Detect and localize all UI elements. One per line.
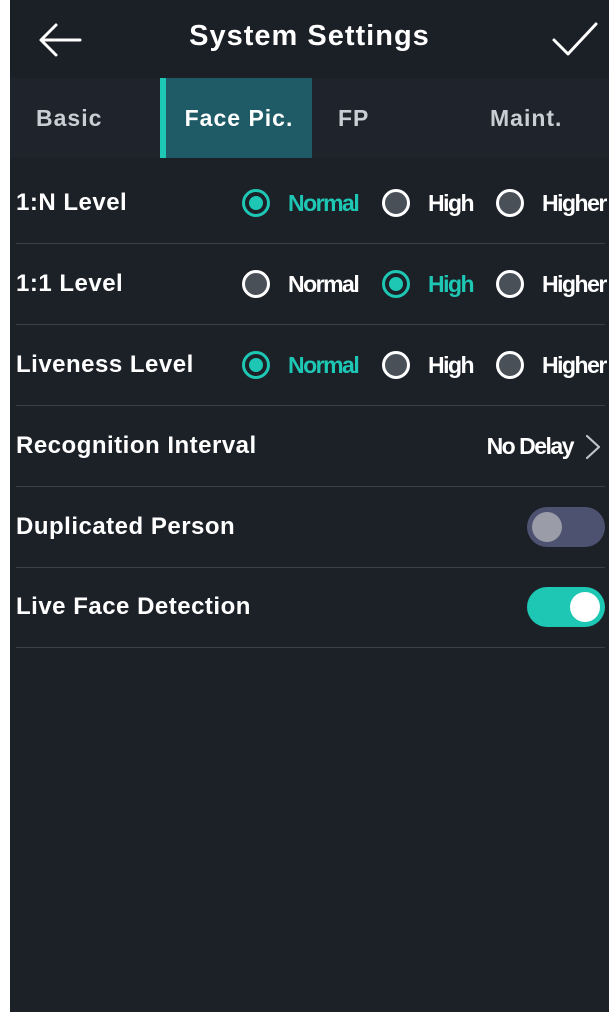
radio-unselected-icon[interactable] — [496, 270, 524, 298]
chevron-right-icon[interactable] — [585, 434, 601, 460]
duplicated-person-label: Duplicated Person — [16, 513, 236, 540]
option-label: Higher — [542, 271, 607, 297]
one-level-label: 1:1 Level — [16, 270, 124, 297]
recognition-interval-row[interactable]: Recognition Interval No Delay — [16, 406, 605, 487]
option-label: High — [428, 190, 475, 216]
tab-fp[interactable]: FP — [338, 78, 369, 158]
live-face-detection-label: Live Face Detection — [16, 593, 251, 620]
tab-basic[interactable]: Basic — [36, 78, 102, 158]
n-level-label: 1:N Level — [16, 189, 128, 216]
toggle-knob — [532, 512, 562, 542]
one-level-row: 1:1 Level Normal High Higher — [16, 244, 607, 325]
radio-unselected-icon[interactable] — [496, 189, 524, 217]
liveness-level-row: Liveness Level Normal High Higher — [16, 325, 607, 406]
radio-selected-icon[interactable] — [242, 351, 270, 379]
tab-bar: Basic Face Pic. FP Maint. — [10, 78, 609, 158]
n-level-row: 1:N Level Normal High Higher — [16, 163, 607, 244]
duplicated-person-row: Duplicated Person — [16, 487, 605, 568]
option-label: High — [428, 271, 475, 297]
live-face-detection-toggle[interactable] — [527, 587, 605, 627]
settings-screen: System Settings Basic Face Pic. FP Maint… — [10, 0, 609, 1012]
option-label: Higher — [542, 352, 607, 378]
tab-maint[interactable]: Maint. — [490, 78, 562, 158]
radio-unselected-icon[interactable] — [382, 351, 410, 379]
option-label: Normal — [288, 352, 360, 378]
liveness-level-label: Liveness Level — [16, 351, 194, 378]
checkmark-icon[interactable] — [550, 20, 600, 60]
tab-face-pic[interactable]: Face Pic. — [160, 78, 312, 158]
duplicated-person-toggle[interactable] — [527, 507, 605, 547]
live-face-detection-row: Live Face Detection — [16, 567, 605, 648]
radio-unselected-icon[interactable] — [242, 270, 270, 298]
option-label: Normal — [288, 271, 360, 297]
page-title: System Settings — [189, 20, 430, 52]
radio-selected-icon[interactable] — [382, 270, 410, 298]
recognition-interval-label: Recognition Interval — [16, 432, 257, 459]
recognition-interval-value: No Delay — [486, 433, 575, 459]
option-label: High — [428, 352, 475, 378]
header-bar: System Settings — [10, 0, 609, 78]
radio-unselected-icon[interactable] — [496, 351, 524, 379]
option-label: Normal — [288, 190, 360, 216]
radio-selected-icon[interactable] — [242, 189, 270, 217]
radio-unselected-icon[interactable] — [382, 189, 410, 217]
toggle-knob — [570, 592, 600, 622]
option-label: Higher — [542, 190, 607, 216]
